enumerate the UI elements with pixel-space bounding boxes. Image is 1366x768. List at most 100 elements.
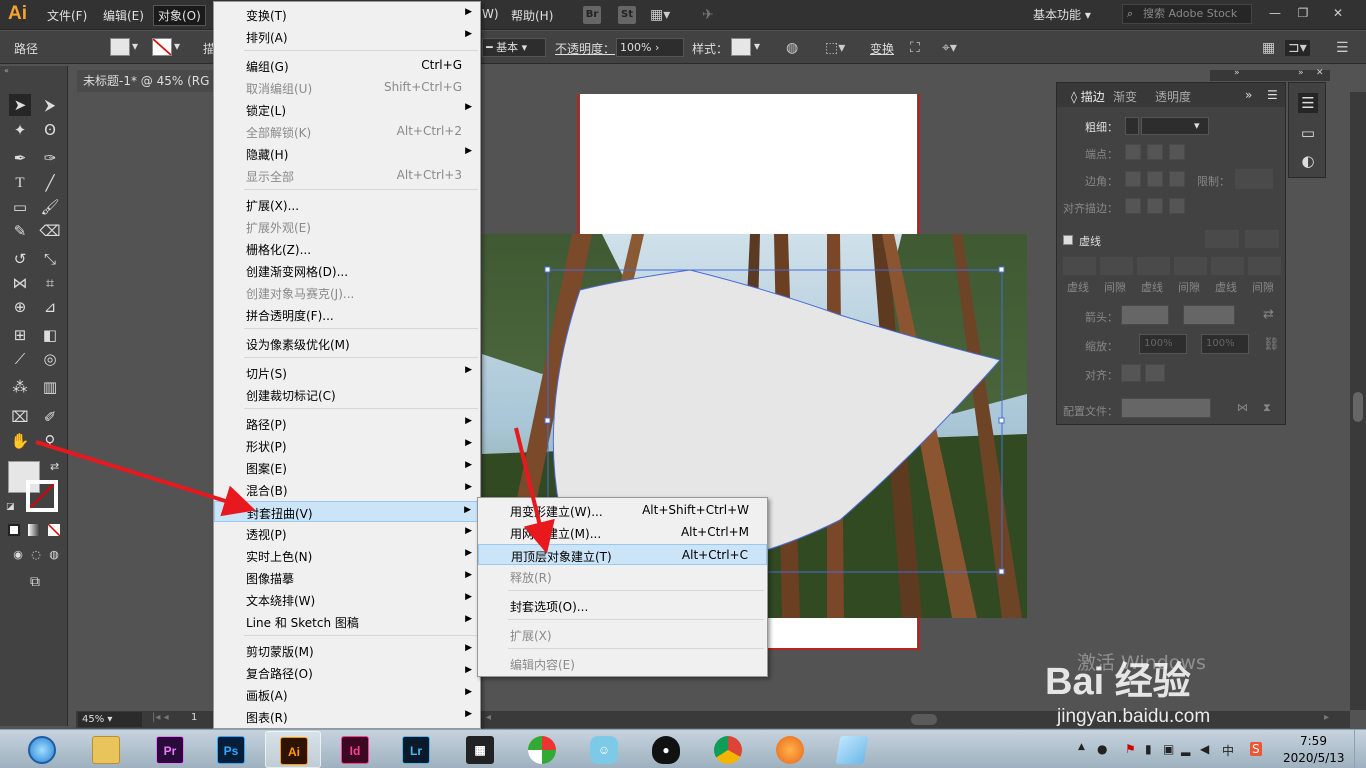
gpu-performance-icon[interactable]: ✈ (702, 7, 714, 23)
menu-item-show-all[interactable]: 显示全部 Alt+Ctrl+3 (214, 165, 480, 186)
opacity-field[interactable]: 100% › (616, 38, 684, 57)
eyedropper-tool-icon[interactable]: ⟋ (9, 348, 31, 370)
isolate-icon[interactable]: ⛶ (910, 40, 920, 56)
taskbar-app-chat[interactable]: ☺ (576, 731, 632, 768)
lasso-tool-icon[interactable]: ʘ (39, 119, 61, 141)
volume-icon[interactable]: ◀ (1200, 742, 1209, 756)
stroke-profile-dropdown[interactable]: ━ 基本 ▾ (482, 38, 546, 57)
menu-item-clipping-mask[interactable]: 剪切蒙版(M) ▶ (214, 640, 480, 661)
maximize-button[interactable]: ❐ (1290, 4, 1316, 22)
menu-item-text-wrap[interactable]: 文本绕排(W) ▶ (214, 589, 480, 610)
perspective-grid-tool-icon[interactable]: ⊿ (39, 296, 61, 318)
taskbar-premiere[interactable]: Pr (142, 731, 198, 768)
align-selection-icon[interactable]: ⬚▾ (825, 40, 845, 56)
action-center-icon[interactable]: ⚑ (1125, 742, 1136, 756)
stroke-dropdown-icon[interactable]: ▾ (174, 39, 180, 53)
taskbar-app-orange[interactable] (762, 731, 818, 768)
bridge-button[interactable]: Br (583, 6, 601, 24)
stock-button[interactable]: St (618, 6, 636, 24)
stroke-panel-icon[interactable]: ☰ (1298, 93, 1318, 113)
bevel-join-button[interactable] (1169, 171, 1185, 187)
rotate-tool-icon[interactable]: ↺ (9, 248, 31, 270)
menu-item-release[interactable]: 释放(R) (478, 566, 767, 587)
first-artboard-icon[interactable]: |◂ ◂ (152, 712, 169, 723)
draw-inside-icon[interactable]: ◍ (43, 544, 65, 566)
mesh-tool-icon[interactable]: ⊞ (9, 324, 31, 346)
gap-field-3[interactable] (1248, 257, 1281, 275)
graphic-style-swatch[interactable] (731, 38, 751, 56)
flip-across-icon[interactable]: ⋈ (1237, 401, 1248, 414)
fill-color-swatch[interactable] (110, 38, 130, 56)
slice-tool-icon[interactable]: ✐ (39, 406, 61, 428)
panel-menu-icon[interactable]: ⊐▾ (1285, 40, 1310, 56)
butt-cap-button[interactable] (1125, 144, 1141, 160)
menu-item-envelope-distort[interactable]: 封套扭曲(V) ▶ (214, 501, 480, 522)
shaper-tool-icon[interactable]: ✎ (9, 220, 31, 242)
control-bar-menu-icon[interactable]: ☰ (1336, 40, 1349, 56)
menu-item-path[interactable]: 路径(P) ▶ (214, 413, 480, 434)
collapse-panel-icon[interactable]: » (1245, 88, 1252, 102)
style-dropdown-icon[interactable]: ▾ (754, 39, 760, 53)
close-button[interactable]: ✕ (1325, 4, 1351, 22)
start-scale-field[interactable]: 100% (1139, 334, 1187, 354)
flip-along-icon[interactable]: ⧗ (1263, 401, 1271, 415)
menu-item-slice[interactable]: 切片(S) ▶ (214, 362, 480, 383)
eraser-tool-icon[interactable]: ⌫ (39, 220, 61, 242)
menu-file[interactable]: 文件(F) (47, 7, 87, 24)
magic-wand-tool-icon[interactable]: ✦ (9, 119, 31, 141)
menu-item-make-with-warp[interactable]: 用变形建立(W)... Alt+Shift+Ctrl+W (478, 500, 767, 521)
menu-object[interactable]: 对象(O) (153, 5, 206, 26)
menu-item-make-with-top-object[interactable]: 用顶层对象建立(T) Alt+Ctrl+C (478, 544, 767, 565)
selection-tool-icon[interactable]: ➤ (9, 94, 31, 116)
taskbar-explorer[interactable] (78, 731, 134, 768)
menu-item-transform[interactable]: 变换(T) ▶ (214, 4, 480, 25)
stock-search-input[interactable]: ⌕ 搜索 Adobe Stock (1122, 4, 1252, 24)
weight-dropdown-icon[interactable]: ▾ (1194, 119, 1200, 132)
start-button[interactable] (18, 731, 74, 768)
network-icon[interactable]: ▂ (1181, 742, 1190, 756)
menu-item-envelope-options[interactable]: 封套选项(O)... (478, 595, 767, 616)
dashed-line-checkbox[interactable] (1063, 235, 1073, 245)
menu-item-unlock-all[interactable]: 全部解锁(K) Alt+Ctrl+2 (214, 121, 480, 142)
scroll-left-icon[interactable]: ◂ (486, 712, 491, 723)
menu-item-line-sketch[interactable]: Line 和 Sketch 图稿 ▶ (214, 611, 480, 632)
color-mode-icon[interactable] (8, 524, 20, 536)
transparency-panel-icon[interactable]: ◐ (1298, 151, 1318, 171)
taskbar-app-umbrella[interactable] (514, 731, 570, 768)
show-hidden-icons[interactable]: ▲ (1078, 742, 1085, 752)
fill-dropdown-icon[interactable]: ▾ (132, 39, 138, 53)
swap-arrowheads-icon[interactable]: ⇄ (1263, 307, 1274, 322)
round-join-button[interactable] (1147, 171, 1163, 187)
square-cap-button[interactable] (1169, 144, 1185, 160)
menu-item-shape[interactable]: 形状(P) ▶ (214, 435, 480, 456)
menu-item-artboards[interactable]: 画板(A) ▶ (214, 684, 480, 705)
preserve-dash-button[interactable] (1205, 230, 1239, 248)
align-inside-button[interactable] (1147, 198, 1163, 214)
panel-options-icon[interactable]: ☰ (1267, 88, 1278, 102)
menu-item-trim-marks[interactable]: 创建裁切标记(C) (214, 384, 480, 405)
stroke-swatch[interactable] (26, 480, 58, 512)
horizontal-scrollbar-thumb[interactable] (911, 714, 937, 725)
taskbar-chrome[interactable] (700, 731, 756, 768)
collapse-toolbox-icon[interactable]: « (4, 66, 9, 75)
menu-item-ungroup[interactable]: 取消编组(U) Shift+Ctrl+G (214, 77, 480, 98)
gradient-mode-icon[interactable] (28, 524, 40, 536)
limit-field[interactable] (1235, 169, 1273, 189)
dock-close-icon[interactable]: ✕ (1316, 68, 1324, 78)
blend-tool-icon[interactable]: ◎ (39, 348, 61, 370)
dash-field-3[interactable] (1211, 257, 1244, 275)
pen-tool-icon[interactable]: ✒ (9, 147, 31, 169)
taskbar-app-notepad[interactable] (824, 731, 880, 768)
width-tool-icon[interactable]: ⋈ (9, 272, 31, 294)
ime-indicator[interactable]: 中 (1222, 742, 1234, 759)
gap-field-2[interactable] (1174, 257, 1207, 275)
scroll-right-icon[interactable]: ▸ (1324, 712, 1329, 723)
taskbar-qq[interactable]: ● (638, 731, 694, 768)
stroke-color-swatch[interactable] (152, 38, 172, 56)
artboard-tool-icon[interactable]: ⌧ (9, 406, 31, 428)
weight-stepper[interactable] (1125, 117, 1139, 135)
clock-time[interactable]: 7:59 (1300, 734, 1327, 748)
envelope-options-icon[interactable]: ⌖▾ (942, 40, 957, 56)
display-icon[interactable]: ▣ (1163, 742, 1174, 756)
dock-collapse-icon[interactable]: » (1298, 68, 1304, 78)
